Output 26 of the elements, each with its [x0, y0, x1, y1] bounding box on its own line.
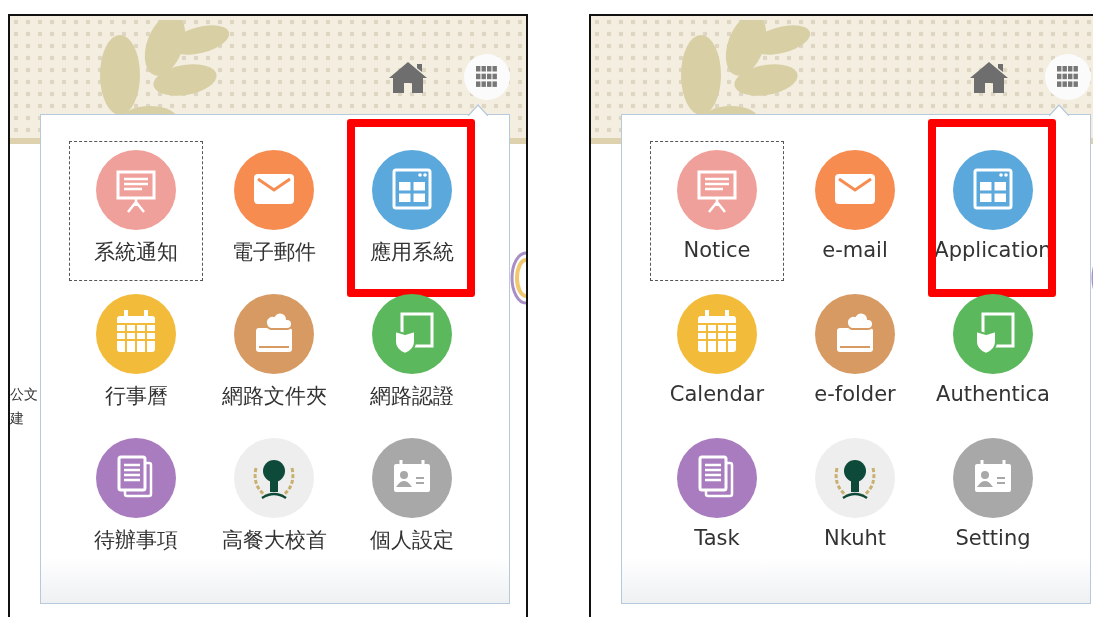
background-text: 建 — [10, 409, 25, 428]
app-menu-button[interactable] — [1045, 54, 1091, 100]
app-tile[interactable]: 個人設定 — [345, 429, 479, 569]
grid-icon — [476, 66, 498, 88]
app-tile[interactable]: Setting — [926, 429, 1060, 569]
app-tile[interactable]: 行事曆 — [69, 285, 203, 425]
app-tile[interactable]: 電子郵件 — [207, 141, 341, 281]
background-text: 公文 — [10, 385, 38, 404]
app-tile[interactable]: e-mail — [788, 141, 922, 281]
app-tile[interactable]: Authentica — [926, 285, 1060, 425]
app-tile[interactable]: 應用系統 — [345, 141, 479, 281]
app-tile[interactable]: 網路文件夾 — [207, 285, 341, 425]
app-tile[interactable]: Application — [926, 141, 1060, 281]
app-tile[interactable]: Nkuht — [788, 429, 922, 569]
app-tile[interactable]: 待辦事項 — [69, 429, 203, 569]
app-menu-button[interactable] — [464, 54, 510, 100]
app-tile[interactable]: Notice — [650, 141, 784, 281]
app-tile[interactable]: Task — [650, 429, 784, 569]
home-icon[interactable] — [969, 60, 1009, 94]
home-icon[interactable] — [388, 60, 428, 94]
app-tile[interactable]: e-folder — [788, 285, 922, 425]
app-tile[interactable]: 網路認證 — [345, 285, 479, 425]
app-tile[interactable]: 高餐大校首 — [207, 429, 341, 569]
app-tile[interactable]: 系統通知 — [69, 141, 203, 281]
app-tile[interactable]: Calendar — [650, 285, 784, 425]
grid-icon — [1057, 66, 1079, 88]
